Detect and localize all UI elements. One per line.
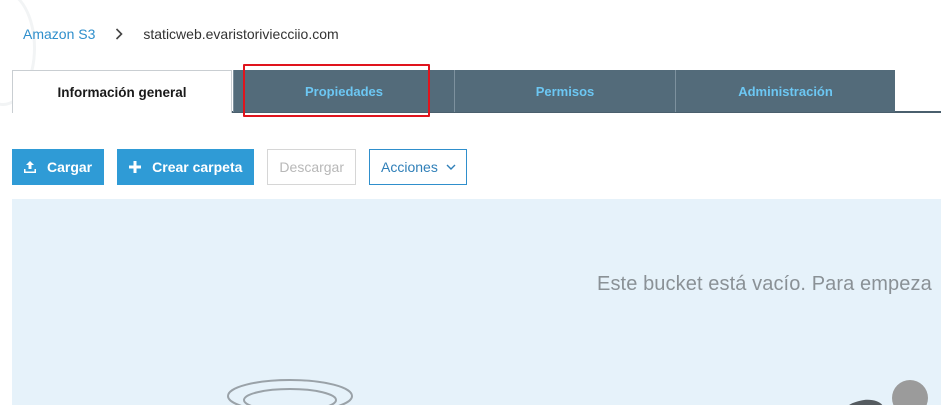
actions-dropdown-label: Acciones [381, 159, 438, 175]
breadcrumb-root-link[interactable]: Amazon S3 [23, 26, 95, 42]
tab-administracion[interactable]: Administración [675, 70, 895, 112]
tab-informacion-general[interactable]: Información general [12, 70, 232, 113]
chevron-right-icon [115, 26, 124, 42]
object-toolbar: Cargar Crear carpeta Descargar Acciones [12, 149, 480, 185]
bucket-illustration [227, 379, 353, 405]
bucket-tabs: Información general Propiedades Permisos… [12, 70, 941, 113]
s3-bucket-page: Amazon S3 staticweb.evaristoriviecciio.c… [0, 0, 941, 405]
tab-propiedades[interactable]: Propiedades [233, 70, 454, 112]
plus-icon [126, 158, 144, 176]
empty-bucket-message: Este bucket está vacío. Para empeza [597, 273, 932, 295]
upload-button[interactable]: Cargar [12, 149, 105, 185]
upload-button-label: Cargar [47, 159, 93, 175]
download-button[interactable]: Descargar [267, 149, 357, 185]
breadcrumb-current-bucket: staticweb.evaristoriviecciio.com [143, 26, 339, 42]
empty-bucket-panel [12, 199, 941, 405]
breadcrumb: Amazon S3 staticweb.evaristoriviecciio.c… [23, 25, 339, 43]
chevron-down-icon [446, 162, 456, 172]
person-illustration [849, 380, 928, 405]
tab-permisos[interactable]: Permisos [454, 70, 675, 112]
tab-label: Información general [57, 84, 187, 100]
tab-label: Administración [738, 83, 833, 99]
download-button-label: Descargar [279, 159, 345, 175]
tab-label: Permisos [535, 83, 595, 99]
actions-dropdown[interactable]: Acciones [369, 149, 467, 185]
create-folder-button-label: Crear carpeta [152, 159, 243, 175]
upload-icon [21, 158, 39, 176]
tab-label: Propiedades [304, 83, 384, 99]
create-folder-button[interactable]: Crear carpeta [117, 149, 255, 185]
